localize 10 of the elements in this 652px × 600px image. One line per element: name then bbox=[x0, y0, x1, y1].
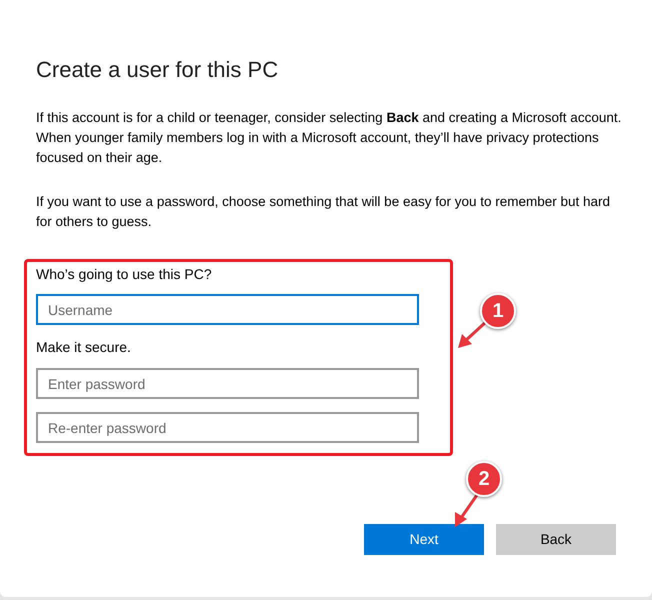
info-paragraph: If you want to use a password, choose something that will be easy for you to remember but hard for others to guess. bbox=[36, 193, 612, 231]
info-paragraph: If this account is for a child or teenager, consider selecting Back and creating a Microsoft account. When younger family members log in with a Microsoft account, they’ll have privacy protections focused on their age. bbox=[36, 109, 622, 167]
dialog-title: Create a user for this PC bbox=[36, 56, 278, 84]
input-field[interactable]: Username bbox=[36, 294, 419, 325]
secure-label: Make it secure. bbox=[36, 338, 131, 357]
input-field[interactable]: Re-enter password bbox=[36, 412, 419, 443]
input-field[interactable]: Enter password bbox=[36, 368, 419, 399]
next-button[interactable]: Next bbox=[364, 524, 484, 555]
username-label: Who’s going to use this PC? bbox=[36, 265, 212, 284]
back-button[interactable]: Back bbox=[496, 524, 616, 555]
